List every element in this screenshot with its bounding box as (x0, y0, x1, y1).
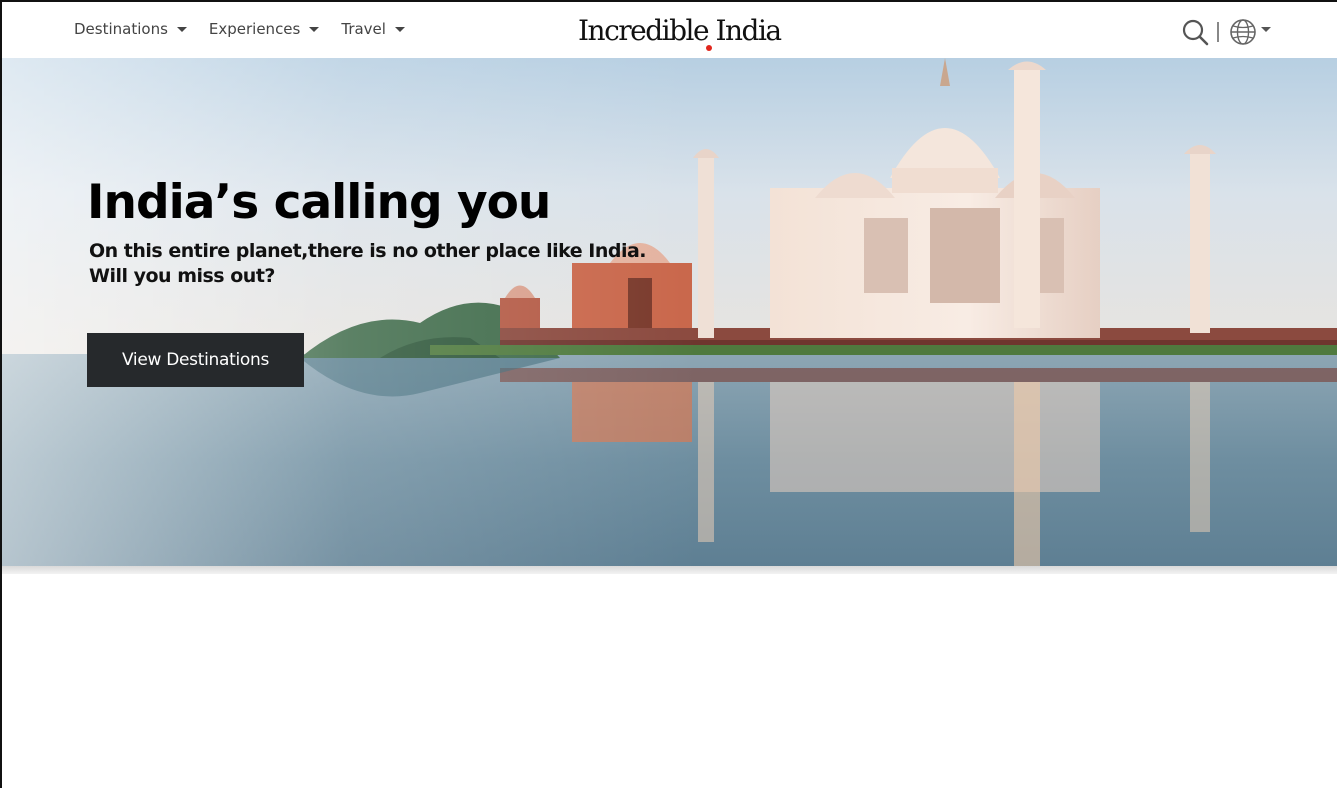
chevron-down-icon (394, 26, 405, 32)
hero-banner: India’s calling you On this entire plane… (0, 58, 1337, 566)
globe-icon[interactable] (1229, 18, 1257, 46)
main-nav: Destinations Experiences Travel (74, 20, 405, 38)
nav-experiences-label: Experiences (208, 20, 301, 38)
hero-bottom-shadow (0, 566, 1337, 574)
hero-title: India’s calling you (87, 175, 551, 230)
view-destinations-button[interactable]: View Destinations (87, 333, 304, 387)
language-chevron-down-icon[interactable] (1261, 26, 1271, 32)
logo-red-dot (706, 45, 712, 51)
nav-destinations-label: Destinations (74, 20, 168, 38)
logo-text: Incredible India (578, 14, 782, 47)
taj-mahal-hero-image (0, 58, 1337, 566)
chevron-down-icon (309, 26, 320, 32)
hero-subtitle-line-1: On this entire planet,there is no other … (89, 240, 647, 262)
site-header: Destinations Experiences Travel Incredib… (0, 2, 1337, 58)
nav-travel-label: Travel (341, 20, 386, 38)
header-divider (1217, 22, 1219, 42)
nav-experiences-dropdown[interactable]: Experiences (208, 20, 320, 38)
header-tools (1181, 18, 1271, 46)
hero-subtitle: On this entire planet,there is no other … (89, 239, 647, 289)
incredible-india-logo[interactable]: Incredible India (578, 14, 782, 54)
nav-destinations-dropdown[interactable]: Destinations (74, 20, 187, 38)
window-left-border (0, 0, 2, 788)
hero-subtitle-line-2: Will you miss out? (89, 265, 275, 287)
search-icon[interactable] (1181, 18, 1209, 46)
nav-travel-dropdown[interactable]: Travel (341, 20, 405, 38)
chevron-down-icon (176, 26, 187, 32)
